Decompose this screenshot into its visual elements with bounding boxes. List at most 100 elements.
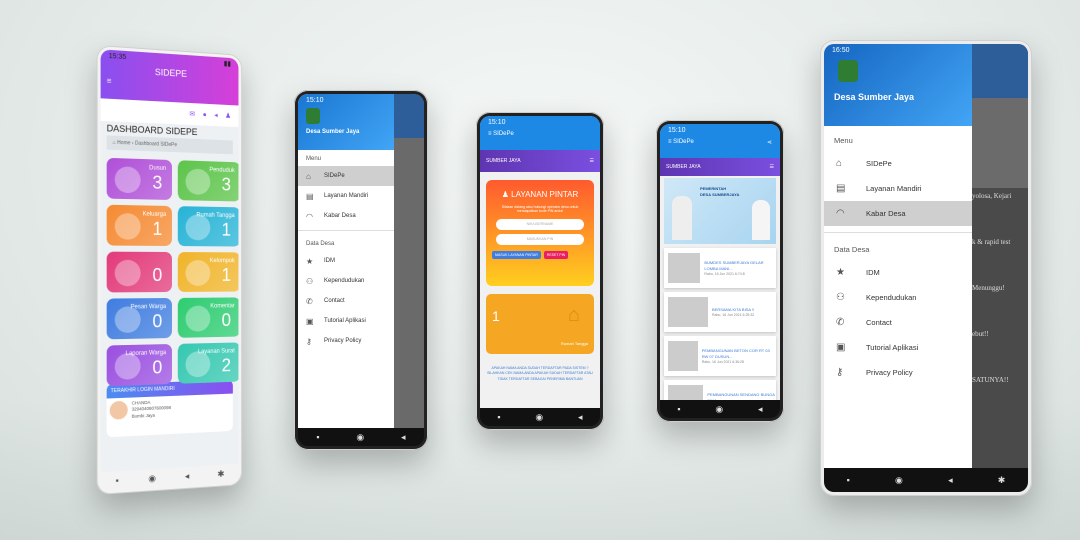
background-headline: ebut!! [972,330,1024,338]
back-button[interactable]: ◂ [948,476,953,485]
megaphone-icon[interactable]: ◂ [214,111,217,119]
drawer-item-label: Tutorial Aplikasi [866,343,918,352]
home-button[interactable]: ◉ [148,473,156,483]
drawer-item[interactable]: ▤ Layanan Mandiri [824,176,972,201]
drawer-item[interactable]: ◠ Kabar Desa [824,201,972,226]
pin-input[interactable]: MASUKKAN PIN [496,234,584,245]
back-button[interactable]: ◂ [401,433,406,442]
nik-input[interactable]: NIK/USERNAME [496,219,584,230]
drawer-item[interactable]: ✆ Contact [824,310,972,335]
drawer-item[interactable]: ⚇ Kependudukan [824,285,972,310]
stat-tile[interactable]: Layanan Surat 2 [178,342,239,383]
drawer-item[interactable]: ⚇ Kependudukan [298,271,394,291]
hamburger-icon[interactable]: ☰ [770,164,774,170]
user-icon[interactable]: ♟ [225,112,231,120]
news-item[interactable]: BERSAMA KITA BISA !! Rabu, 16 Jun 2021 6:… [664,292,776,332]
drawer-item[interactable]: ⌂ SIDePe [824,151,972,176]
drawer-item[interactable]: ✆ Contact [298,291,394,311]
stat-tile[interactable]: Keluarga 1 [107,205,172,246]
stat-tile[interactable]: Kelompok 1 [178,252,239,292]
drawer-item[interactable]: ▣ Tutorial Aplikasi [824,335,972,360]
drawer-item[interactable]: ⚷ Privacy Policy [298,331,394,351]
mail-icon[interactable]: ✉ [189,110,195,118]
drawer-item[interactable]: ▣ Tutorial Aplikasi [298,311,394,331]
drawer-item-label: IDM [324,258,335,264]
hamburger-icon[interactable]: ☰ [590,158,594,164]
news-thumbnail [668,297,708,327]
drawer-title: Desa Sumber Jaya [298,126,394,138]
drawer-item[interactable]: ◠ Kabar Desa [298,206,394,226]
system-navbar: ▪ ◉ ◂ ✱ [824,468,1028,492]
drawer-item-label: IDM [866,268,880,277]
menu-header: Menu [824,126,972,151]
share-icon[interactable]: ⋖ [767,139,772,146]
navigation-drawer: 16:50 Desa Sumber Jaya Menu ⌂ SIDePe ▤ Laya… [824,44,972,468]
home-button[interactable]: ◉ [356,433,364,442]
status-time: 15:10 [306,97,324,104]
back-button[interactable]: ◂ [185,471,189,480]
stat-tile[interactable]: Pesan Warga 0 [107,298,172,339]
news-item[interactable]: PEMBANGUNAN BETON COR RT 03 RW 07 DUSUN.… [664,336,776,376]
chat-icon[interactable]: ● [203,111,207,118]
drawer-item[interactable]: ★ IDM [298,251,394,271]
tile-icon [115,213,141,240]
house-icon: ⌂ [568,304,580,327]
home-button[interactable]: ◉ [895,476,903,485]
home-button[interactable]: ◉ [535,413,543,422]
news-time: Rabu, 16 Jun 2021 6:36:28 [702,360,776,364]
tile-icon [115,166,141,193]
drawer-title: Desa Sumber Jaya [824,86,972,108]
reset-button[interactable]: RESET PIN [544,251,568,259]
stat-tile[interactable]: 0 [107,252,172,293]
official-photo [672,196,692,240]
tile-label: Pesan Warga [131,304,167,310]
login-button[interactable]: MASUK LAYANAN PINTAR [492,251,541,259]
drawer-item[interactable]: ▤ Layanan Mandiri [298,186,394,206]
accessibility-icon[interactable]: ✱ [998,476,1006,485]
tile-count: 1 [222,265,231,286]
stat-tile[interactable]: Dusun 3 [107,158,172,200]
drawer-item-label: Kabar Desa [324,213,356,219]
home-button[interactable]: ◉ [715,405,723,414]
layanan-card: ♟ LAYANAN PINTAR Silakan datang atau hub… [486,180,594,286]
recent-button[interactable]: ▪ [847,476,850,485]
drawer-item[interactable]: ★ IDM [824,260,972,285]
stat-tile[interactable]: Penduduk 3 [178,160,239,201]
headphones-icon: ◠ [306,212,324,221]
recent-button[interactable]: ▪ [116,476,119,485]
house-label: Rumah Tangga [561,341,588,346]
recent-button[interactable]: ▪ [497,413,500,422]
news-item[interactable]: PEMBANGUNAN SENDANG BUNGA INKARabu, 16 J… [664,380,776,400]
phone-icon: ✆ [836,317,866,328]
stat-tile[interactable]: Laporan Warga 0 [107,344,172,386]
background-headline: Menunggu! [972,284,1024,292]
news-item[interactable]: BUMDES SUMBERJAYA GELAR LOMBA MANI... Rab… [664,248,776,288]
background-headline: yolosa, Kejari [972,192,1024,200]
tile-count: 0 [222,310,231,331]
dimmed-content [394,94,424,428]
stat-tile[interactable]: Komentar 0 [178,297,239,337]
drawer-item-label: Tutorial Aplikasi [324,318,366,324]
back-button[interactable]: ◂ [758,405,763,414]
phone-dashboard: 15:35 ▮▮ SIDEPE ≡ ✉ ● ◂ ♟ DASHBOARD SIDEPE ⌂… [97,45,243,495]
drawer-item[interactable]: ⌂ SIDePe [298,166,394,186]
recent-button[interactable]: ▪ [677,405,680,414]
login-place: Bumbi Jaya [132,412,171,420]
recent-button[interactable]: ▪ [316,433,319,442]
news-title: PEMBANGUNAN BETON COR RT 03 RW 07 DUSUN.… [702,348,776,359]
tile-label: Penduduk [209,167,234,174]
drawer-item[interactable]: ⚷ Privacy Policy [824,360,972,385]
status-time: 15:10 [668,127,686,134]
stat-tile[interactable]: Rumah Tangga 1 [178,206,239,246]
news-title: BUMDES SUMBERJAYA GELAR LOMBA MANI... [704,260,776,271]
back-button[interactable]: ◂ [578,413,583,422]
news-time: Rabu, 16 Jun 2021 6:25:32 [712,313,754,317]
phone-news: 15:10 ≡ SIDePe ⋖ SUMBER JAYA ☰ PEMERINTAH … [656,120,784,422]
news-title: BERSAMA KITA BISA !! [712,307,754,313]
accessibility-icon[interactable]: ✱ [217,469,224,478]
app-header: 15:35 ▮▮ SIDEPE ≡ [101,49,239,105]
navigation-drawer: 15:10 Desa Sumber Jaya Menu ⌂ SIDePe ▤ Laya… [298,94,394,428]
key-icon: ⚷ [306,337,324,346]
drawer-header: 15:10 Desa Sumber Jaya [298,94,394,150]
home-icon: ⌂ [306,172,324,181]
